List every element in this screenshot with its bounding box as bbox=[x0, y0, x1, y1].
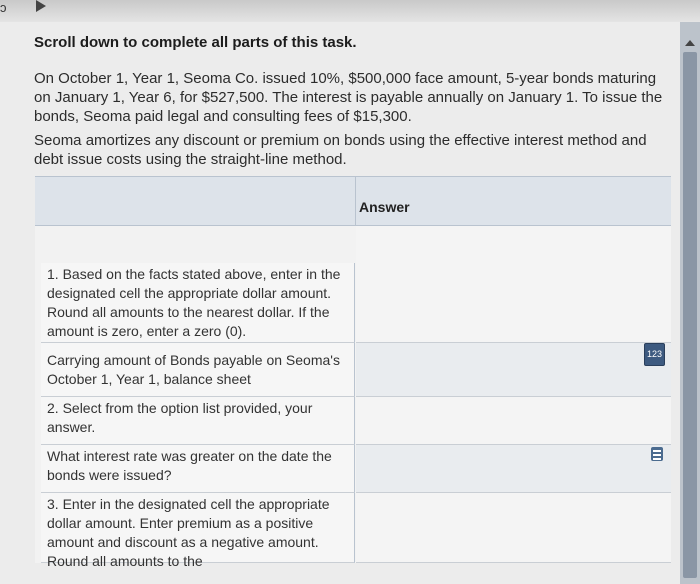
interest-rate-select[interactable] bbox=[356, 445, 671, 493]
table-header-blank bbox=[35, 177, 356, 226]
scroll-up-arrow-icon[interactable] bbox=[685, 40, 695, 46]
answer-header-label: Answer bbox=[359, 199, 410, 215]
table-header-answer: Answer bbox=[356, 177, 671, 226]
vertical-scrollbar[interactable] bbox=[680, 22, 700, 584]
numeric-input-icon: 123 bbox=[643, 343, 665, 366]
table-row-1-label: 1. Based on the facts stated above, ente… bbox=[41, 263, 355, 343]
table-row-4-label: What interest rate was greater on the da… bbox=[41, 445, 355, 493]
table-row-2-label: Carrying amount of Bonds payable on Seom… bbox=[41, 343, 355, 397]
partial-glyph-icon: ↄ bbox=[0, 0, 7, 15]
top-strip: ↄ bbox=[0, 0, 700, 22]
table-row-3-answer bbox=[356, 397, 671, 445]
scroll-thumb[interactable] bbox=[683, 52, 697, 578]
table-row-5-answer bbox=[356, 493, 671, 563]
task-paragraph-2: Seoma amortizes any discount or premium … bbox=[34, 132, 647, 168]
table-row-1-answer bbox=[356, 226, 671, 343]
table-row-3-label: 2. Select from the option list provided,… bbox=[41, 397, 355, 445]
task-heading: Scroll down to complete all parts of thi… bbox=[34, 34, 357, 51]
carrying-amount-input[interactable]: 123 bbox=[356, 343, 671, 397]
play-arrow-icon bbox=[36, 0, 46, 12]
answer-table: Answer 1. Based on the facts stated abov… bbox=[35, 176, 671, 569]
list-icon bbox=[651, 447, 663, 461]
table-row-5-label: 3. Enter in the designated cell the appr… bbox=[41, 493, 355, 569]
task-paragraph-1: On October 1, Year 1, Seoma Co. issued 1… bbox=[34, 70, 663, 125]
